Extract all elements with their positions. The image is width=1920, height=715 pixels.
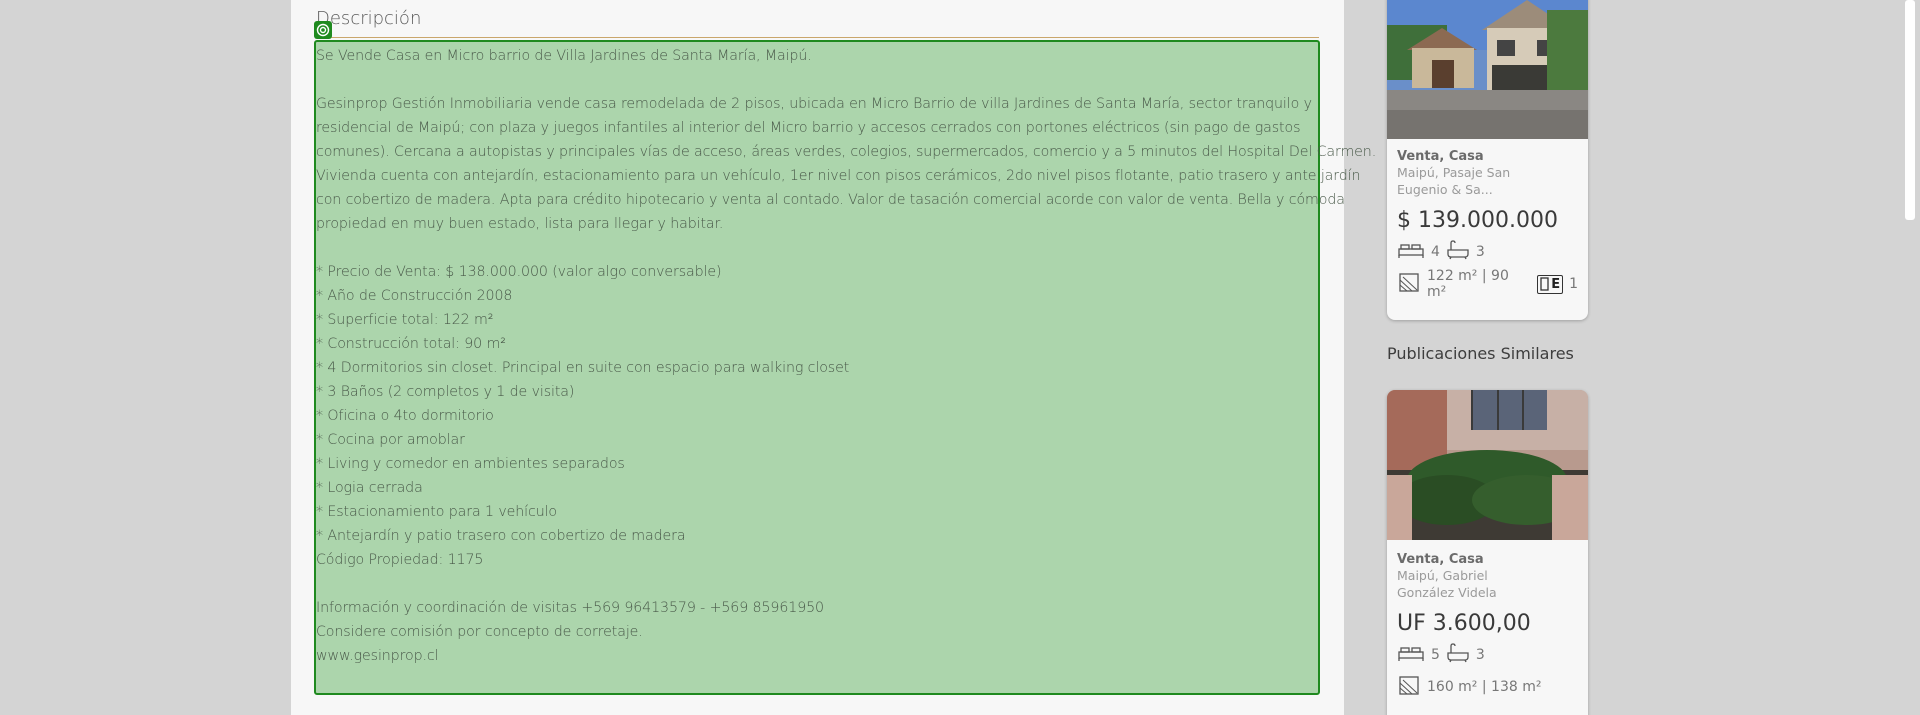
property-price: $ 139.000.000 bbox=[1397, 208, 1558, 233]
description-line: www.gesinprop.cl bbox=[316, 648, 439, 664]
description-line: Se Vende Casa en Micro barrio de Villa J… bbox=[316, 48, 812, 64]
target-marker-icon bbox=[314, 21, 332, 39]
similar-rooms-row: 5 3 bbox=[1387, 642, 1588, 668]
surface-value: 122 m² | 90 m² bbox=[1427, 268, 1509, 300]
description-line: propiedad en muy buen estado, lista para… bbox=[316, 216, 724, 232]
description-line: * Cocina por amoblar bbox=[316, 432, 465, 448]
bed-icon bbox=[1397, 241, 1425, 263]
surface-row: 122 m² | 90 m² E 1 bbox=[1387, 268, 1588, 300]
energy-badge: E bbox=[1537, 274, 1564, 294]
description-line: Gesinprop Gestión Inmobiliaria vende cas… bbox=[316, 96, 1312, 112]
property-location: Maipú, Pasaje San Eugenio & Sa... bbox=[1397, 165, 1511, 197]
description-line: * Estacionamiento para 1 vehículo bbox=[316, 504, 558, 520]
description-line: * 3 Baños (2 completos y 1 de visita) bbox=[316, 384, 575, 400]
description-line: * Año de Construcción 2008 bbox=[316, 288, 513, 304]
description-line: comunes). Cercana a autopistas y princip… bbox=[316, 144, 1377, 160]
property-card[interactable]: Venta, Casa Maipú, Pasaje San Eugenio & … bbox=[1387, 0, 1588, 320]
similar-property-photo[interactable] bbox=[1387, 390, 1588, 540]
description-line: con cobertizo de madera. Apta para crédi… bbox=[316, 192, 1345, 208]
similar-bathrooms-count: 3 bbox=[1475, 647, 1485, 663]
similar-property-location: Maipú, Gabriel González Videla bbox=[1397, 568, 1497, 600]
similar-surface-value: 160 m² | 138 m² bbox=[1427, 679, 1542, 695]
description-line: * 4 Dormitorios sin closet. Principal en… bbox=[316, 360, 850, 376]
description-line: * Living y comedor en ambientes separado… bbox=[316, 456, 625, 472]
similar-property-type: Venta, Casa bbox=[1397, 552, 1484, 567]
similar-surface-row: 160 m² | 138 m² bbox=[1387, 674, 1588, 700]
description-line: * Logia cerrada bbox=[316, 480, 423, 496]
parking-count: 1 bbox=[1569, 276, 1578, 292]
similar-listings-heading: Publicaciones Similares bbox=[1387, 344, 1574, 363]
bathtub-icon bbox=[1446, 240, 1470, 264]
description-line: Vivienda cuenta con antejardín, estacion… bbox=[316, 168, 1361, 184]
energy-label: E bbox=[1551, 276, 1561, 292]
surface-icon bbox=[1397, 674, 1421, 700]
description-line: * Oficina o 4to dormitorio bbox=[316, 408, 494, 424]
similar-property-price: UF 3.600,00 bbox=[1397, 611, 1531, 636]
description-line: * Construcción total: 90 m² bbox=[316, 336, 506, 352]
bedrooms-count: 4 bbox=[1431, 244, 1440, 260]
description-line: residencial de Maipú; con plaza y juegos… bbox=[316, 120, 1301, 136]
bathrooms-count: 3 bbox=[1475, 244, 1485, 260]
heading-divider bbox=[316, 37, 1319, 38]
property-type: Venta, Casa bbox=[1397, 149, 1484, 164]
property-photo[interactable] bbox=[1387, 0, 1588, 139]
description-line: Código Propiedad: 1175 bbox=[316, 552, 484, 568]
description-text: Se Vende Casa en Micro barrio de Villa J… bbox=[316, 44, 1377, 668]
description-line: * Superficie total: 122 m² bbox=[316, 312, 494, 328]
description-line: * Precio de Venta: $ 138.000.000 (valor … bbox=[316, 264, 722, 280]
description-line: Considere comisión por concepto de corre… bbox=[316, 624, 643, 640]
similar-bedrooms-count: 5 bbox=[1431, 647, 1440, 663]
bathtub-icon bbox=[1446, 643, 1470, 667]
surface-icon bbox=[1397, 271, 1421, 297]
rooms-row: 4 3 bbox=[1387, 239, 1588, 265]
similar-property-card[interactable]: Venta, Casa Maipú, Gabriel González Vide… bbox=[1387, 390, 1588, 715]
description-line: * Antejardín y patio trasero con coberti… bbox=[316, 528, 686, 544]
bed-icon bbox=[1397, 644, 1425, 666]
description-line: Información y coordinación de visitas +5… bbox=[316, 600, 824, 616]
scrollbar-thumb[interactable] bbox=[1905, 0, 1915, 220]
